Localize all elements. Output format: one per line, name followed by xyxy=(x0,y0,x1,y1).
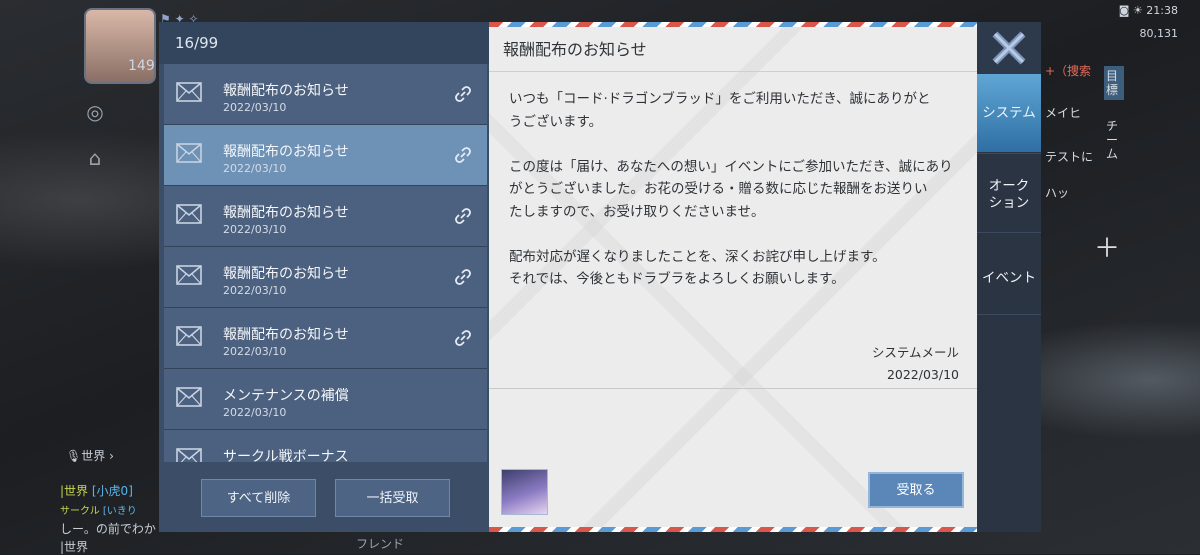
mail-sender-block: システムメール 2022/03/10 xyxy=(872,342,959,386)
mail-window: 16/99 報酬配布のお知らせ 2022/03/10 報酬配布のお知らせ 2022/0… xyxy=(159,22,1041,532)
envelope-icon xyxy=(176,204,202,224)
mail-counter: 16/99 xyxy=(159,22,489,64)
detail-divider xyxy=(489,388,977,389)
chat-line-1: |世界 [小虎0] xyxy=(60,484,133,498)
envelope-icon xyxy=(176,265,202,285)
camera-icon[interactable]: ◙ xyxy=(1119,4,1130,17)
target-icon[interactable]: ◎ xyxy=(82,100,108,126)
goal-badge[interactable]: 目標 xyxy=(1104,66,1124,100)
mail-list-item[interactable]: 報酬配布のお知らせ 2022/03/10 xyxy=(164,64,487,125)
world-channel[interactable]: 🎙世界 › xyxy=(66,447,114,464)
envelope-icon xyxy=(176,82,202,102)
link-icon xyxy=(453,328,473,348)
home-icon[interactable]: ⌂ xyxy=(82,146,108,172)
mail-detail-body: いつも「コード·ドラゴンブラッド」をご利用いただき、誠にありがと うございます。… xyxy=(509,91,953,287)
link-icon xyxy=(453,145,473,165)
tab-separator xyxy=(977,232,1041,233)
weather-icon: ☀ xyxy=(1132,4,1143,17)
mail-item-date: 2022/03/10 xyxy=(223,162,287,175)
team-badge[interactable]: チーム xyxy=(1104,116,1124,164)
mail-item-date: 2022/03/10 xyxy=(223,223,287,236)
mail-item-title: 報酬配布のお知らせ xyxy=(223,266,349,282)
quest-label-hack[interactable]: ハッ xyxy=(1045,184,1069,201)
mail-list[interactable]: 報酬配布のお知らせ 2022/03/10 報酬配布のお知らせ 2022/03/10 報酬… xyxy=(159,64,489,484)
delete-all-button[interactable]: すべて削除 xyxy=(201,479,316,517)
mail-list-panel: 16/99 報酬配布のお知らせ 2022/03/10 報酬配布のお知らせ 2022/0… xyxy=(159,22,489,532)
mail-list-footer: すべて削除 一括受取 xyxy=(159,462,489,532)
tab-system[interactable]: システム xyxy=(977,74,1041,152)
mail-sender: システムメール xyxy=(871,345,959,360)
quest-label-search[interactable]: +（捜索 xyxy=(1045,62,1091,79)
mail-item-title: 報酬配布のお知らせ xyxy=(223,144,349,160)
close-icon[interactable] xyxy=(977,22,1041,74)
link-icon xyxy=(453,267,473,287)
mail-date: 2022/03/10 xyxy=(886,367,959,382)
mail-list-item[interactable]: 報酬配布のお知らせ 2022/03/10 xyxy=(164,186,487,247)
player-level: 149 xyxy=(128,58,155,74)
mail-item-date: 2022/03/10 xyxy=(223,284,287,297)
tab-event[interactable]: イベント xyxy=(977,270,1041,287)
clock: 21:38 xyxy=(1146,4,1178,17)
quest-label-meihi[interactable]: メイヒ xyxy=(1045,104,1081,121)
coin-count: 80,131 xyxy=(1139,27,1179,40)
mail-list-item[interactable]: 報酬配布のお知らせ 2022/03/10 xyxy=(164,247,487,308)
mail-list-item[interactable]: 報酬配布のお知らせ 2022/03/10 xyxy=(164,125,487,186)
chat-line-3: しー。の前でわか xyxy=(60,522,156,536)
status-bar: ◙ ☀ 21:38 80,131 xyxy=(1119,4,1178,40)
mail-item-title: 報酬配布のお知らせ xyxy=(223,205,349,221)
tab-separator xyxy=(977,314,1041,315)
tab-auction[interactable]: オーク ション xyxy=(977,178,1041,212)
mail-category-sidebar: システム オーク ション イベント xyxy=(977,22,1041,532)
receive-all-button[interactable]: 一括受取 xyxy=(335,479,450,517)
attachment-item-icon[interactable] xyxy=(501,469,548,515)
add-icon[interactable]: ＋ xyxy=(1094,228,1120,265)
chat-line-4: |世界 xyxy=(60,540,89,554)
mail-list-item[interactable]: メンテナンスの補償 2022/03/10 xyxy=(164,369,487,430)
tab-separator xyxy=(977,153,1041,154)
mail-detail-title: 報酬配布のお知らせ xyxy=(489,27,977,72)
airmail-border-bottom xyxy=(489,527,977,532)
receive-button[interactable]: 受取る xyxy=(868,472,964,508)
link-icon xyxy=(453,206,473,226)
mail-list-item[interactable]: 報酬配布のお知らせ 2022/03/10 xyxy=(164,308,487,369)
mail-item-title: 報酬配布のお知らせ xyxy=(223,327,349,343)
envelope-icon xyxy=(176,326,202,346)
mail-item-date: 2022/03/10 xyxy=(223,345,287,358)
mail-item-date: 2022/03/10 xyxy=(223,406,287,419)
chat-line-2: サークル [いきり xyxy=(60,506,137,517)
mail-detail: 報酬配布のお知らせ いつも「コード·ドラゴンブラッド」をご利用いただき、誠にあり… xyxy=(489,22,977,532)
quest-label-test[interactable]: テストに xyxy=(1045,148,1093,165)
envelope-icon xyxy=(176,387,202,407)
mail-item-title: メンテナンスの補償 xyxy=(223,388,349,404)
mail-item-date: 2022/03/10 xyxy=(223,101,287,114)
envelope-icon xyxy=(176,143,202,163)
friend-tab[interactable]: フレンド xyxy=(356,535,404,552)
close-button[interactable] xyxy=(977,22,1041,74)
mail-item-title: 報酬配布のお知らせ xyxy=(223,83,349,99)
link-icon xyxy=(453,84,473,104)
